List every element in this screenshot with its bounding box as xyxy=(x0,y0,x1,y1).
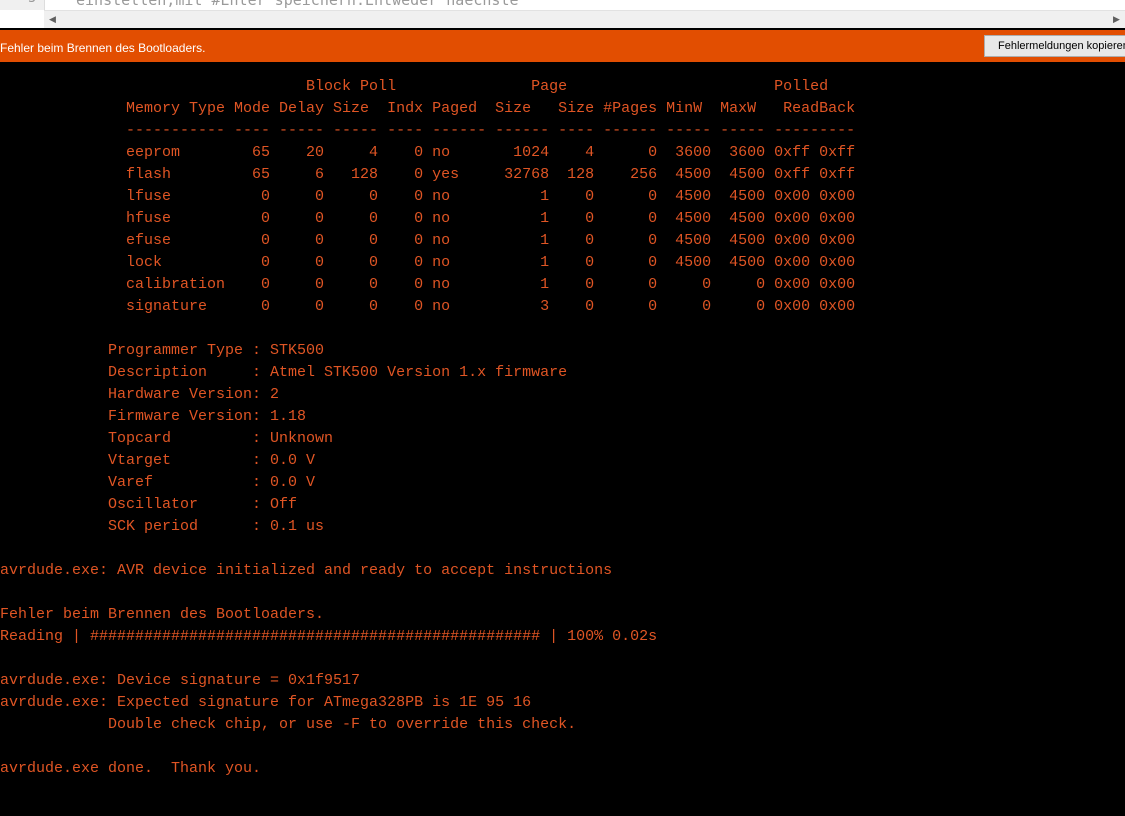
console-line: Oscillator : Off xyxy=(0,496,298,513)
error-status-bar: Fehler beim Brennen des Bootloaders. Feh… xyxy=(0,30,1125,62)
console-line: Hardware Version: 2 xyxy=(0,386,280,403)
console-line: avrdude.exe: Device signature = 0x1f9517 xyxy=(0,672,361,689)
console-line: hfuse 0 0 0 0 no 1 0 0 4500 4500 0x00 0x… xyxy=(0,210,856,227)
console-line: Memory Type Mode Delay Size Indx Paged S… xyxy=(0,100,856,117)
console-line: lfuse 0 0 0 0 no 1 0 0 4500 4500 0x00 0x… xyxy=(0,188,856,205)
scroll-left-arrow-icon[interactable]: ◀ xyxy=(44,11,61,28)
horizontal-scrollbar[interactable]: ◀ ▶ xyxy=(44,10,1125,28)
console-text: Block Poll Page Polled Memory Type Mode … xyxy=(0,76,855,802)
console-line: Firmware Version: 1.18 xyxy=(0,408,307,425)
console-line: signature 0 0 0 0 no 3 0 0 0 0 0x00 0x00 xyxy=(0,298,856,315)
console-line: Block Poll Page Polled xyxy=(0,78,829,95)
code-line[interactable]: einstellen,mit #Enter speichern.Entweder… xyxy=(76,0,519,9)
console-line: efuse 0 0 0 0 no 1 0 0 4500 4500 0x00 0x… xyxy=(0,232,856,249)
line-gutter: 3 xyxy=(0,0,45,10)
console-line: Varef : 0.0 V xyxy=(0,474,316,491)
copy-error-messages-button[interactable]: Fehlermeldungen kopieren xyxy=(984,35,1125,57)
console-line: Double check chip, or use -F to override… xyxy=(0,716,577,733)
console-line: lock 0 0 0 0 no 1 0 0 4500 4500 0x00 0x0… xyxy=(0,254,856,271)
console-line: Topcard : Unknown xyxy=(0,430,334,447)
status-message: Fehler beim Brennen des Bootloaders. xyxy=(0,41,206,55)
console-line: flash 65 6 128 0 yes 32768 128 256 4500 … xyxy=(0,166,856,183)
editor-strip: 3 einstellen,mit #Enter speichern.Entwed… xyxy=(0,0,1125,28)
console-line: ----------- ---- ----- ----- ---- ------… xyxy=(0,122,856,139)
console-line: Fehler beim Brennen des Bootloaders. xyxy=(0,606,325,623)
scroll-right-arrow-icon[interactable]: ▶ xyxy=(1108,11,1125,28)
line-number: 3 xyxy=(28,0,36,6)
console-line: avrdude.exe: Expected signature for ATme… xyxy=(0,694,532,711)
console-line: SCK period : 0.1 us xyxy=(0,518,325,535)
console-line: Vtarget : 0.0 V xyxy=(0,452,316,469)
console-line: avrdude.exe: AVR device initialized and … xyxy=(0,562,613,579)
console-line: Programmer Type : STK500 xyxy=(0,342,325,359)
console-line: Description : Atmel STK500 Version 1.x f… xyxy=(0,364,568,381)
console-line: eeprom 65 20 4 0 no 1024 4 0 3600 3600 0… xyxy=(0,144,856,161)
console-output[interactable]: Block Poll Page Polled Memory Type Mode … xyxy=(0,62,1125,816)
console-line: avrdude.exe done. Thank you. xyxy=(0,760,262,777)
console-line: Reading | ##############################… xyxy=(0,628,658,645)
console-line: calibration 0 0 0 0 no 1 0 0 0 0 0x00 0x… xyxy=(0,276,856,293)
